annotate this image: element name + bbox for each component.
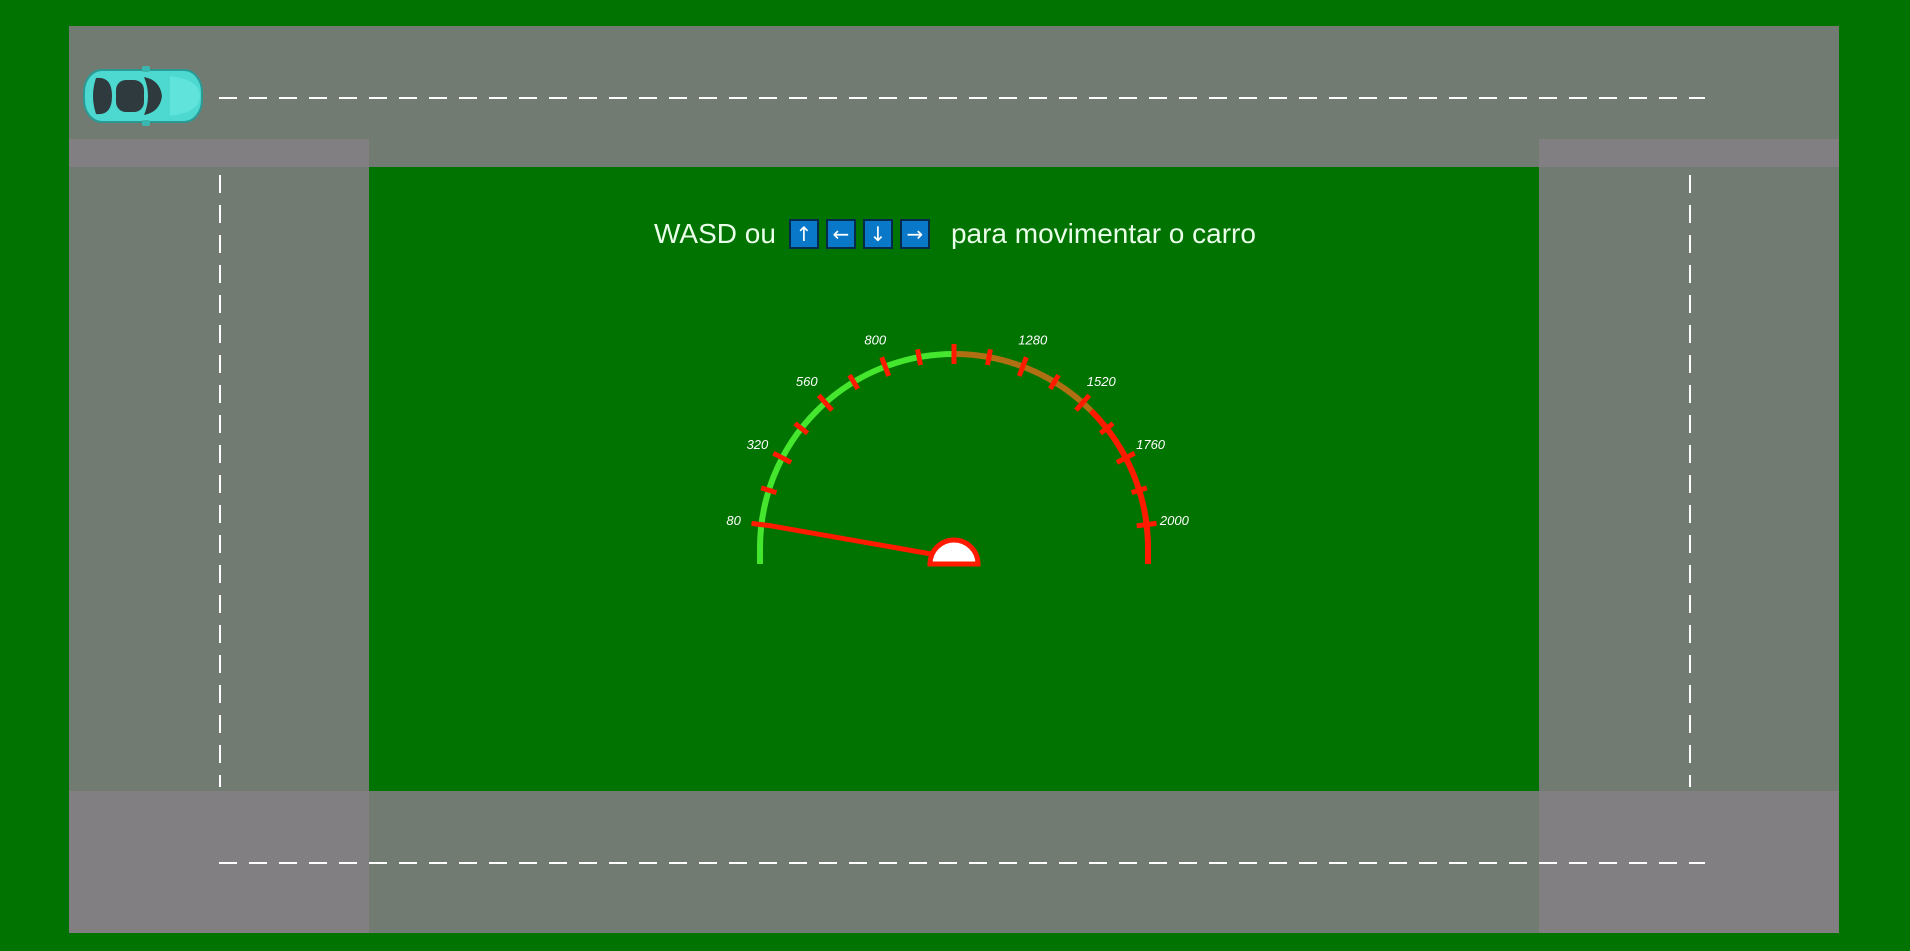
speedometer-minor-tick bbox=[915, 348, 923, 366]
lane-marking-right bbox=[1689, 175, 1691, 787]
player-car[interactable] bbox=[82, 64, 206, 128]
road-corner-top-left bbox=[69, 139, 369, 167]
arrow-down-key-icon: ↓ bbox=[862, 219, 893, 249]
speedometer-minor-tick bbox=[1130, 485, 1148, 496]
speedometer-label: 560 bbox=[796, 374, 818, 389]
speedometer-needle bbox=[766, 523, 957, 561]
speedometer-minor-tick bbox=[760, 485, 778, 496]
road-corner-top-right bbox=[1539, 139, 1839, 167]
arrow-keys: ↑ ← ↓ → bbox=[788, 219, 930, 249]
speedometer-label: 1040 bbox=[940, 330, 970, 333]
speedometer-label: 1280 bbox=[1018, 332, 1048, 347]
speedometer-ticks bbox=[751, 344, 1157, 529]
speedometer-needle-line bbox=[766, 523, 957, 561]
speedometer-labels: 80 320 560 800 1040 1280 1520 1760 2000 bbox=[726, 330, 1189, 528]
car-roof bbox=[116, 80, 144, 112]
lane-marking-left bbox=[219, 175, 221, 787]
controls-instructions: WASD ou ↑ ← ↓ → para movimentar o carro bbox=[0, 218, 1910, 250]
lane-marking-top bbox=[219, 97, 1705, 99]
car-mirror-bottom bbox=[142, 120, 150, 126]
car-rear-window bbox=[93, 77, 112, 115]
speedometer-label: 320 bbox=[747, 437, 769, 452]
speedometer-major-tick bbox=[879, 356, 892, 377]
arrow-left-key-icon: ← bbox=[825, 219, 856, 249]
instructions-suffix: para movimentar o carro bbox=[950, 218, 1256, 249]
speedometer-label: 80 bbox=[726, 513, 741, 528]
speedometer-label: 800 bbox=[864, 332, 886, 347]
speedometer-label: 2000 bbox=[1159, 513, 1190, 528]
speedometer-minor-tick bbox=[985, 348, 993, 366]
arrow-up-key-icon: ↑ bbox=[788, 219, 819, 249]
arrow-right-key-icon: → bbox=[899, 219, 930, 249]
instructions-prefix: WASD ou bbox=[654, 218, 776, 249]
car-mirror-top bbox=[142, 66, 150, 72]
speedometer-hub-cap bbox=[927, 537, 981, 567]
lane-marking-bottom bbox=[219, 862, 1705, 864]
speedometer-major-tick bbox=[1136, 520, 1157, 529]
speedometer-band-3 bbox=[1089, 408, 1151, 564]
speedometer-major-tick bbox=[1016, 356, 1029, 377]
speedometer: 80 320 560 800 1040 1280 1520 1760 2000 bbox=[726, 330, 1190, 567]
speedometer-label: 1520 bbox=[1087, 374, 1117, 389]
speedometer-label: 1760 bbox=[1136, 437, 1166, 452]
